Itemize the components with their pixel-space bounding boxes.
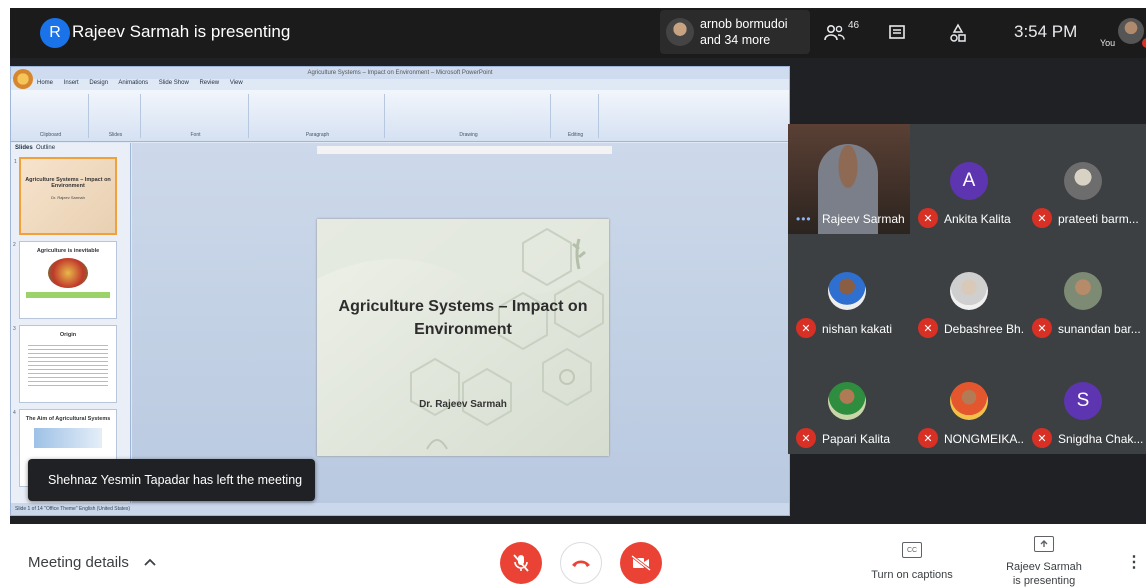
ribbon-tab: Slide Show <box>158 80 189 86</box>
participant-name: Papari Kalita <box>822 432 891 446</box>
participant-name: Debashree Bh... <box>944 322 1031 336</box>
left-meeting-toast: Shehnaz Yesmin Tapadar has left the meet… <box>28 459 315 501</box>
presenting-status-text: is presenting <box>1012 575 1076 587</box>
ribbon-tab: Design <box>89 80 109 86</box>
viewers-text: arnob bormudoi and 34 more <box>700 16 788 48</box>
present-icon[interactable] <box>1034 536 1054 552</box>
hang-up-icon <box>572 560 590 567</box>
current-slide: Agriculture Systems – Impact on Environm… <box>317 219 609 456</box>
chevron-up-icon[interactable] <box>144 555 156 569</box>
self-avatar[interactable] <box>1118 18 1144 44</box>
ribbon-group: Drawing <box>387 94 551 138</box>
participant-name: sunandan bar... <box>1058 322 1141 336</box>
mic-off-icon: ✕ <box>1032 428 1052 448</box>
participant-avatar: S <box>1064 382 1102 420</box>
participant-avatar <box>828 382 866 420</box>
ribbon-group: Slides <box>91 94 141 138</box>
participant-tile[interactable]: S ✕ Snigdha Chak... <box>1024 344 1146 454</box>
mic-off-icon: ✕ <box>918 428 938 448</box>
ribbon-group: Clipboard <box>13 94 89 138</box>
participant-avatar: A <box>950 162 988 200</box>
leave-call-button[interactable] <box>560 542 602 584</box>
slide-thumbnail: 3 Origin <box>13 325 117 403</box>
participant-tile[interactable]: ✕ Papari Kalita <box>788 344 910 454</box>
you-label: You <box>1100 38 1116 48</box>
participant-name: NONGMEIKA... <box>944 432 1028 446</box>
mic-off-icon: ✕ <box>1032 208 1052 228</box>
viewers-chip[interactable]: arnob bormudoi and 34 more <box>660 10 810 54</box>
speaking-indicator-icon: ••• <box>796 212 812 226</box>
slide-thumbnail: 2 Agriculture is inevitable <box>13 241 117 319</box>
participant-avatar <box>950 382 988 420</box>
viewer-avatar <box>666 18 694 46</box>
ribbon-tab: Home <box>37 80 54 86</box>
participant-name: nishan kakati <box>822 322 893 336</box>
ribbon-tab: Review <box>199 80 220 86</box>
ribbon-tab: View <box>229 80 243 86</box>
people-count: 46 <box>848 20 860 31</box>
top-bar: R Rajeev Sarmah is presenting arnob borm… <box>10 8 1146 58</box>
ppt-ribbon-tabs: Home Insert Design Animations Slide Show… <box>37 80 252 90</box>
participant-name: Ankita Kalita <box>944 212 1011 226</box>
clock: 3:54 PM <box>1014 22 1078 41</box>
presenting-title: Rajeev Sarmah is presenting <box>72 22 291 41</box>
participant-name: prateeti barm... <box>1058 212 1139 226</box>
meeting-details-button[interactable]: Meeting details <box>28 554 129 571</box>
participant-tile[interactable]: ••• Rajeev Sarmah <box>788 124 910 234</box>
participant-avatar <box>950 272 988 310</box>
self-mic-off-indicator <box>1142 38 1146 48</box>
people-icon[interactable] <box>822 20 848 46</box>
pane-tabs: Slides Outline <box>15 145 56 151</box>
ribbon-tab: Insert <box>63 80 79 86</box>
mic-off-icon <box>513 554 529 572</box>
ribbon-group: Paragraph <box>251 94 385 138</box>
participant-tile[interactable]: ✕ sunandan bar... <box>1024 234 1146 344</box>
participant-name: Rajeev Sarmah <box>822 212 905 226</box>
mic-off-icon: ✕ <box>918 318 938 338</box>
shared-screen: Agriculture Systems – Impact on Environm… <box>10 66 790 516</box>
mic-toggle-button[interactable] <box>500 542 542 584</box>
presenting-status-name: Rajeev Sarmah <box>1006 561 1082 573</box>
ppt-ribbon: Clipboard Slides Font Paragraph Drawing … <box>11 90 789 142</box>
more-options-icon[interactable]: ⋮ <box>1126 552 1142 572</box>
slide-author: Dr. Rajeev Sarmah <box>419 399 507 410</box>
participant-avatar <box>828 272 866 310</box>
viewers-more: and 34 more <box>700 33 771 47</box>
ruler <box>317 146 612 154</box>
participant-tile[interactable]: ✕ nishan kakati <box>788 234 910 344</box>
stage: Agriculture Systems – Impact on Environm… <box>10 58 1146 524</box>
participant-tile[interactable]: ✕ NONGMEIKA... <box>910 344 1032 454</box>
participant-tile[interactable]: ✕ prateeti barm... <box>1024 124 1146 234</box>
slide-title: Agriculture Systems – Impact on Environm… <box>338 298 588 338</box>
slide-thumbnail: 1 Agriculture Systems – Impact on Enviro… <box>14 157 117 235</box>
participant-avatar <box>1064 272 1102 310</box>
captions-icon[interactable]: CC <box>902 542 922 558</box>
meet-window: R Rajeev Sarmah is presenting arnob borm… <box>0 0 1146 587</box>
participant-avatar <box>1064 162 1102 200</box>
mic-off-icon: ✕ <box>796 318 816 338</box>
presenting-status[interactable]: Rajeev Sarmah is presenting <box>994 560 1094 587</box>
participant-grid: ••• Rajeev Sarmah A ✕ Ankita Kalita ✕ pr… <box>788 124 1146 454</box>
ribbon-tab: Animations <box>118 80 149 86</box>
mic-off-icon: ✕ <box>796 428 816 448</box>
ribbon-group: Font <box>143 94 249 138</box>
mic-off-icon: ✕ <box>918 208 938 228</box>
camera-toggle-button[interactable] <box>620 542 662 584</box>
slides-pane: Slides Outline 1 Agriculture Systems – I… <box>11 143 131 505</box>
activities-icon[interactable] <box>945 20 971 46</box>
participant-tile[interactable]: A ✕ Ankita Kalita <box>910 124 1032 234</box>
bottom-control-bar: Meeting details CC Turn on captions Raje… <box>0 524 1146 587</box>
ppt-status-bar: Slide 1 of 14 "Office Theme" English (Un… <box>11 503 789 515</box>
mic-off-icon: ✕ <box>1032 318 1052 338</box>
viewers-name: arnob bormudoi <box>700 17 788 31</box>
office-button-icon <box>13 69 33 89</box>
ribbon-group: Editing <box>553 94 599 138</box>
participant-name: Snigdha Chak... <box>1058 432 1144 446</box>
camera-off-icon <box>631 555 651 571</box>
participant-tile[interactable]: ✕ Debashree Bh... <box>910 234 1032 344</box>
chat-icon[interactable] <box>884 20 910 46</box>
ppt-window-title: Agriculture Systems – Impact on Environm… <box>11 67 789 79</box>
presenter-avatar: R <box>40 18 70 48</box>
captions-label[interactable]: Turn on captions <box>862 568 962 582</box>
